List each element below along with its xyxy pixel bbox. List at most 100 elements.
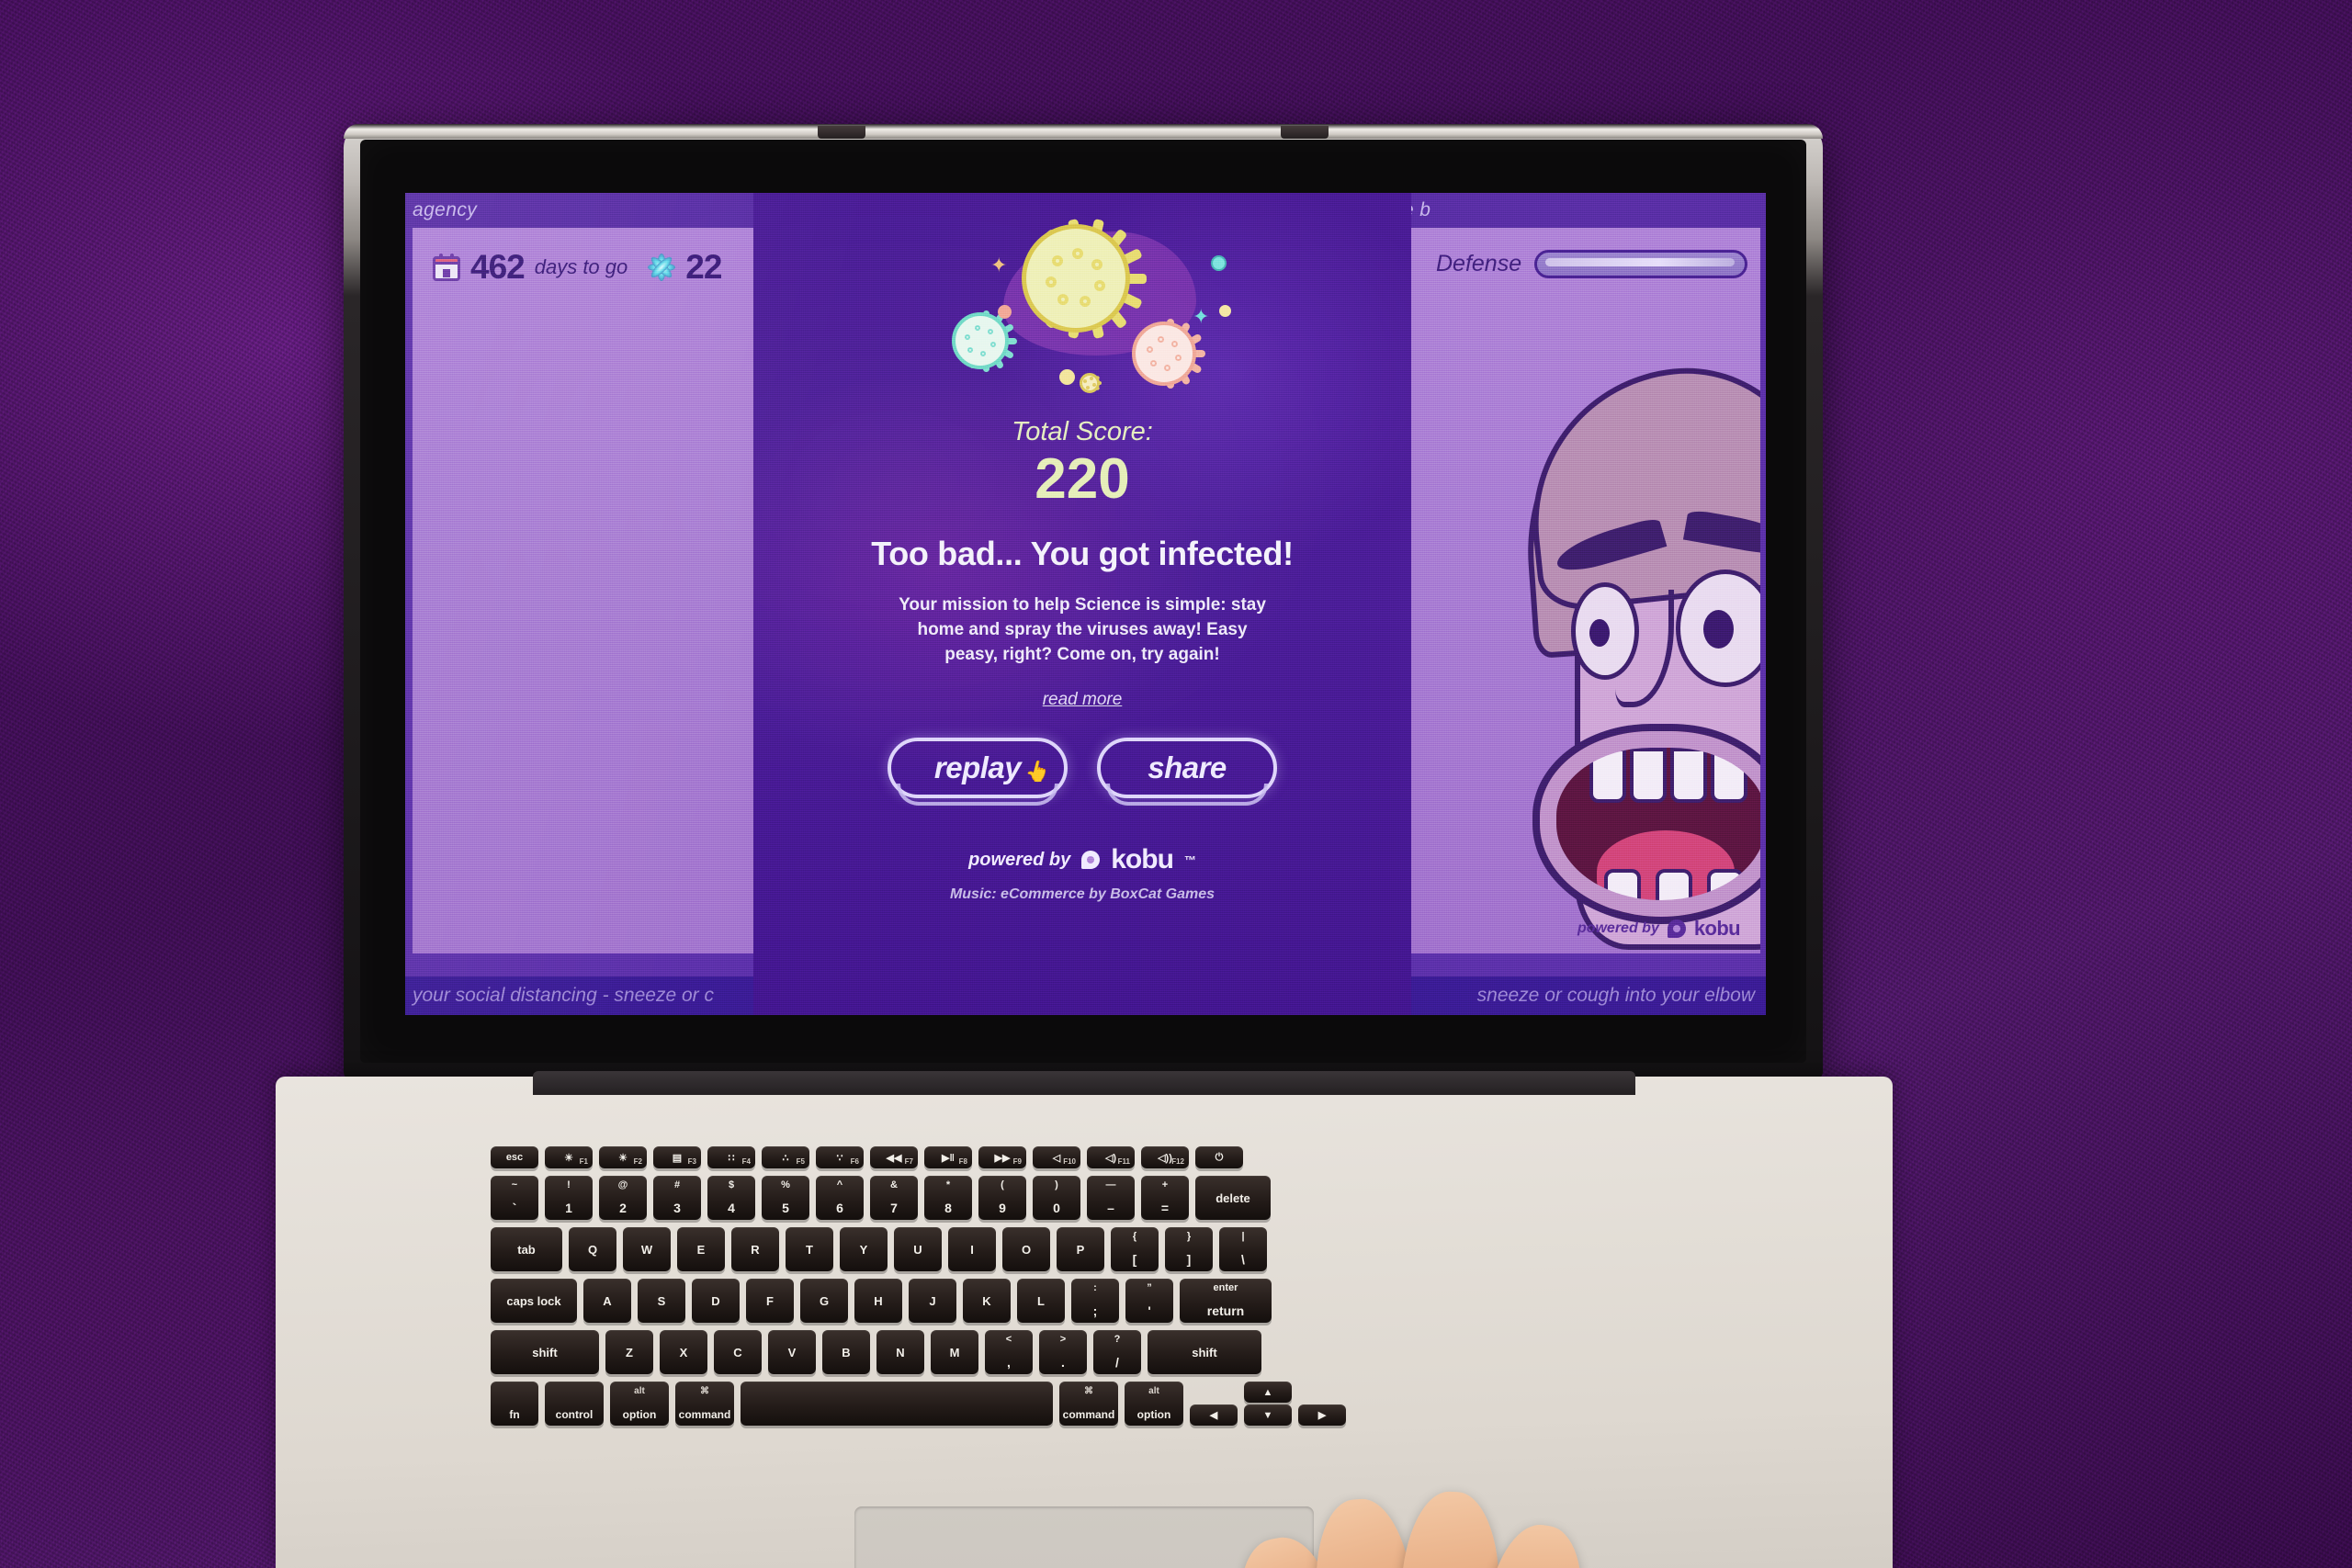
key-f5[interactable]: ∴ F5 bbox=[762, 1146, 809, 1168]
key-f12[interactable]: ◁)) F12 bbox=[1141, 1146, 1189, 1168]
key-option-right[interactable]: alt option bbox=[1125, 1382, 1183, 1426]
key-i[interactable]: I bbox=[948, 1227, 996, 1271]
key-d[interactable]: D bbox=[692, 1279, 740, 1323]
key-k[interactable]: K bbox=[963, 1279, 1011, 1323]
key-delete[interactable]: delete bbox=[1195, 1176, 1271, 1220]
powered-by-kobu[interactable]: powered by kobu ™ bbox=[753, 844, 1411, 875]
key-arrow-up[interactable]: ▲ bbox=[1244, 1382, 1292, 1403]
key-p[interactable]: P bbox=[1057, 1227, 1104, 1271]
key-f6[interactable]: ∵ F6 bbox=[816, 1146, 864, 1168]
key-1[interactable]: ! 1 bbox=[545, 1176, 593, 1220]
key-'[interactable]: ” ' bbox=[1125, 1279, 1173, 1323]
key-tab[interactable]: tab bbox=[491, 1227, 562, 1271]
key-fn-label: F6 bbox=[850, 1157, 859, 1166]
key-command-right[interactable]: ⌘ command bbox=[1059, 1382, 1118, 1426]
replay-button[interactable]: replay 👆 bbox=[888, 738, 1068, 806]
key-s[interactable]: S bbox=[638, 1279, 685, 1323]
key-5[interactable]: % 5 bbox=[762, 1176, 809, 1220]
key-7[interactable]: & 7 bbox=[870, 1176, 918, 1220]
key-b[interactable]: B bbox=[822, 1330, 870, 1374]
key-f[interactable]: F bbox=[746, 1279, 794, 1323]
key-;[interactable]: :; bbox=[1071, 1279, 1119, 1323]
key-2[interactable]: @2 bbox=[599, 1176, 647, 1220]
key-x[interactable]: X bbox=[660, 1330, 707, 1374]
key-4[interactable]: $4 bbox=[707, 1176, 755, 1220]
keyboard-row-modifiers[interactable]: fn control alt option ⌘ command ⌘ command alt opt… bbox=[491, 1382, 1346, 1426]
keyboard-row-function[interactable]: esc ☀ F1 ☀ F2 ▤ F3 ∷ F4 ∴ F5 ∵ F6 ◀◀ F7 ▶‖ F8 ▶▶ F9 ◁ F10 ◁) F… bbox=[491, 1146, 1243, 1168]
key-6[interactable]: ^ 6 bbox=[816, 1176, 864, 1220]
key-t[interactable]: T bbox=[786, 1227, 833, 1271]
key-arrow-right[interactable]: ▶ bbox=[1298, 1404, 1346, 1426]
key-f7[interactable]: ◀◀ F7 bbox=[870, 1146, 918, 1168]
key-f3[interactable]: ▤ F3 bbox=[653, 1146, 701, 1168]
key-shift-right[interactable]: shift bbox=[1148, 1330, 1261, 1374]
key-/[interactable]: ? / bbox=[1093, 1330, 1141, 1374]
key-f2[interactable]: ☀ F2 bbox=[599, 1146, 647, 1168]
key-⏻[interactable]: ⏻ bbox=[1195, 1146, 1243, 1168]
key-f11[interactable]: ◁) F11 bbox=[1087, 1146, 1135, 1168]
key-[[interactable]: {[ bbox=[1111, 1227, 1159, 1271]
key-a[interactable]: A bbox=[583, 1279, 631, 1323]
key-return[interactable]: enter return bbox=[1180, 1279, 1272, 1323]
key-\[interactable]: | \ bbox=[1219, 1227, 1267, 1271]
key-legend: I bbox=[970, 1242, 974, 1257]
key-,[interactable]: <, bbox=[985, 1330, 1033, 1374]
key-][interactable]: }] bbox=[1165, 1227, 1213, 1271]
share-button[interactable]: share bbox=[1097, 738, 1277, 806]
key-fn-label: F11 bbox=[1117, 1157, 1130, 1166]
key-=[interactable]: + = bbox=[1141, 1176, 1189, 1220]
keyboard-row-numbers[interactable]: ~ `! 1 @2 #3 $4% 5 ^ 6 & 7 * 8(9) 0— – + = delete bbox=[491, 1176, 1271, 1220]
key-control[interactable]: control bbox=[545, 1382, 604, 1426]
key-h[interactable]: H bbox=[854, 1279, 902, 1323]
key-w[interactable]: W bbox=[623, 1227, 671, 1271]
key-f8[interactable]: ▶‖ F8 bbox=[924, 1146, 972, 1168]
key-g[interactable]: G bbox=[800, 1279, 848, 1323]
key-m[interactable]: M bbox=[931, 1330, 978, 1374]
key-legend: A bbox=[603, 1293, 612, 1308]
key-arrow-down[interactable]: ▼ bbox=[1244, 1404, 1292, 1426]
key-`[interactable]: ~ ` bbox=[491, 1176, 538, 1220]
key-o[interactable]: O bbox=[1002, 1227, 1050, 1271]
key-legend: ▼ bbox=[1262, 1409, 1273, 1421]
key-l[interactable]: L bbox=[1017, 1279, 1065, 1323]
key-caps-lock[interactable]: caps lock bbox=[491, 1279, 577, 1323]
key-3[interactable]: #3 bbox=[653, 1176, 701, 1220]
key-0[interactable]: ) 0 bbox=[1033, 1176, 1080, 1220]
key-option-left[interactable]: alt option bbox=[610, 1382, 669, 1426]
key-main-legend: = bbox=[1160, 1201, 1170, 1215]
key-top-legend: & bbox=[890, 1179, 898, 1190]
key-fn[interactable]: fn bbox=[491, 1382, 538, 1426]
key-r[interactable]: R bbox=[731, 1227, 779, 1271]
key-z[interactable]: Z bbox=[605, 1330, 653, 1374]
key-.[interactable]: >. bbox=[1039, 1330, 1087, 1374]
key-e[interactable]: E bbox=[677, 1227, 725, 1271]
key-space[interactable] bbox=[741, 1382, 1053, 1426]
key-esc[interactable]: esc bbox=[491, 1146, 538, 1168]
key-f1[interactable]: ☀ F1 bbox=[545, 1146, 593, 1168]
keyboard-row-qwerty[interactable]: tab Q W E R T Y U I O P{[}] | \ bbox=[491, 1227, 1267, 1271]
key-command-left[interactable]: ⌘ command bbox=[675, 1382, 734, 1426]
keyboard[interactable]: esc ☀ F1 ☀ F2 ▤ F3 ∷ F4 ∴ F5 ∵ F6 ◀◀ F7 ▶‖ F8 ▶▶ F9 ◁ F10 ◁) F… bbox=[491, 1146, 1685, 1475]
key-9[interactable]: (9 bbox=[978, 1176, 1026, 1220]
arrow-up-down-stack[interactable]: ▲ ▼ bbox=[1244, 1382, 1292, 1426]
key-v[interactable]: V bbox=[768, 1330, 816, 1374]
key-–[interactable]: — – bbox=[1087, 1176, 1135, 1220]
key-shift-left[interactable]: shift bbox=[491, 1330, 599, 1374]
key-f9[interactable]: ▶▶ F9 bbox=[978, 1146, 1026, 1168]
key-n[interactable]: N bbox=[876, 1330, 924, 1374]
key-main-legend: control bbox=[555, 1408, 594, 1421]
key-c[interactable]: C bbox=[714, 1330, 762, 1374]
keyboard-row-bottom-letters[interactable]: shift Z X C V B N M <, >.? / shift bbox=[491, 1330, 1261, 1374]
key-f10[interactable]: ◁ F10 bbox=[1033, 1146, 1080, 1168]
key-8[interactable]: * 8 bbox=[924, 1176, 972, 1220]
key-y[interactable]: Y bbox=[840, 1227, 888, 1271]
read-more-link[interactable]: read more bbox=[1043, 690, 1123, 710]
keyboard-row-home[interactable]: caps lock A S D F G H J K L:;” ' enter return bbox=[491, 1279, 1272, 1323]
key-q[interactable]: Q bbox=[569, 1227, 616, 1271]
key-u[interactable]: U bbox=[894, 1227, 942, 1271]
key-legend: ▶▶ bbox=[994, 1152, 1011, 1164]
key-j[interactable]: J bbox=[909, 1279, 956, 1323]
key-arrow-left[interactable]: ◀ bbox=[1190, 1404, 1238, 1426]
arrow-key-cluster[interactable]: ◀ ▲ ▼ ▶ bbox=[1190, 1382, 1346, 1426]
key-f4[interactable]: ∷ F4 bbox=[707, 1146, 755, 1168]
